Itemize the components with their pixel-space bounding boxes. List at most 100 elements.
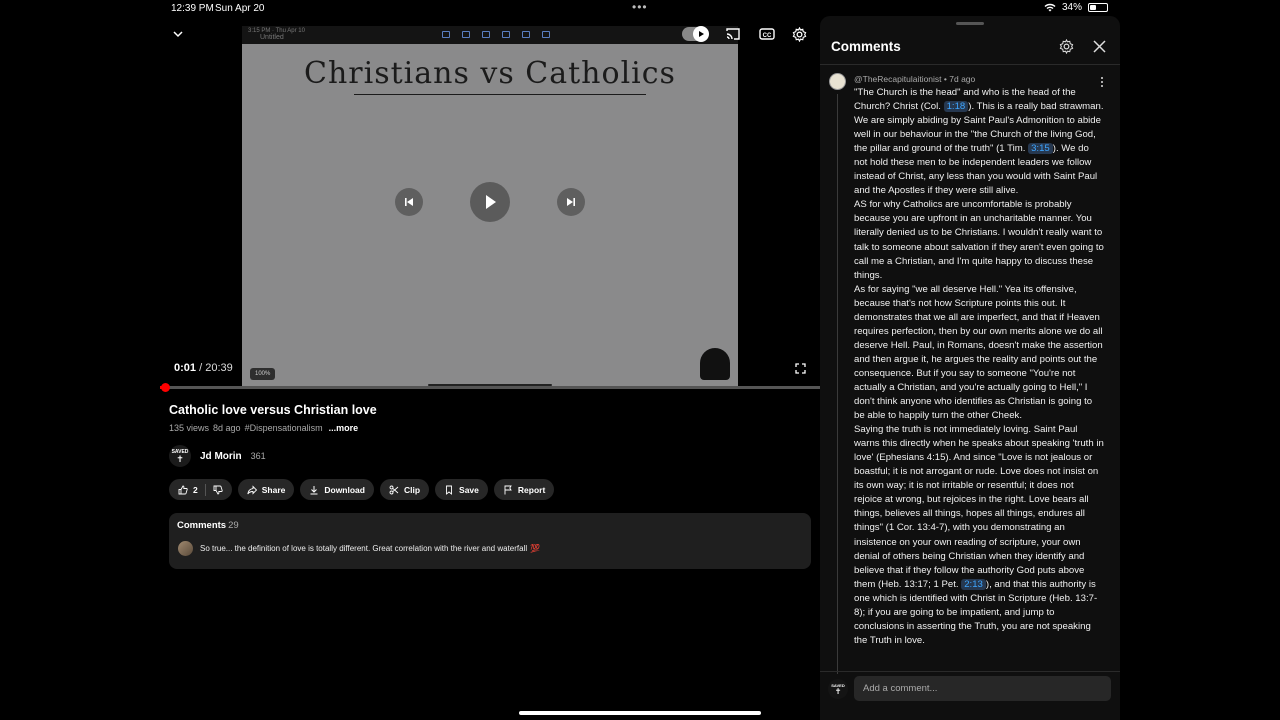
like-dislike-group: 2: [169, 479, 232, 500]
flag-icon: [504, 485, 512, 494]
thumbs-down-icon[interactable]: [213, 485, 223, 495]
comments-panel: Comments @TheRecapitulaitionist • 7d ago…: [820, 16, 1120, 720]
comments-settings-gear-icon[interactable]: [1059, 39, 1074, 54]
action-bar: 2 Share Download Clip Save Report: [169, 479, 555, 500]
play-button[interactable]: [470, 182, 510, 222]
close-icon[interactable]: [1093, 40, 1106, 53]
panel-drag-handle[interactable]: [956, 22, 984, 25]
comments-preview-label: Comments: [177, 520, 227, 531]
wifi-icon: [1044, 3, 1056, 12]
video-meta[interactable]: 135 views 8d ago #Dispensationalism ...m…: [169, 423, 358, 433]
bookmark-icon: [446, 485, 452, 495]
comment-paragraph: AS for why Catholics are uncomfortable i…: [854, 199, 1104, 281]
time-current: 0:01: [174, 362, 197, 374]
progress-scrubber[interactable]: [160, 383, 170, 392]
thread-line: [837, 94, 838, 674]
status-time: 12:39 PM: [171, 3, 214, 14]
play-icon: [693, 26, 709, 42]
scissors-icon: [389, 485, 399, 494]
subscriber-count: 361: [250, 451, 266, 461]
autoplay-toggle[interactable]: [682, 26, 709, 42]
frame-shape: [700, 348, 730, 380]
video-frame-topbar: 3:15 PM · Thu Apr 10 Untitled: [242, 26, 738, 44]
progress-bar[interactable]: [160, 383, 820, 392]
cross-icon: ✝: [176, 454, 184, 464]
video-player[interactable]: 3:15 PM · Thu Apr 10 Untitled Christians…: [160, 18, 820, 392]
battery-icon: [1088, 3, 1108, 12]
comment-header: @TheRecapitulaitionist • 7d ago: [854, 74, 976, 84]
svg-text:CC: CC: [763, 33, 772, 39]
timestamp-link[interactable]: 2:13: [961, 578, 986, 590]
frame-doc-name: Untitled: [260, 34, 284, 41]
battery-level: [1090, 5, 1097, 10]
time-separator: /: [196, 362, 206, 374]
time-total: 20:39: [205, 362, 233, 374]
multitasking-dots-icon[interactable]: •••: [632, 0, 648, 14]
frame-zoom-badge: 100%: [250, 368, 276, 380]
status-date: Sun Apr 20: [215, 3, 265, 14]
frame-tools: [442, 31, 550, 38]
status-indicators: 34%: [1044, 2, 1108, 13]
channel-row[interactable]: SAVED ✝ Jd Morin 361: [169, 445, 266, 467]
video-title: Catholic love versus Christian love: [169, 403, 377, 417]
comment-preview-body: So true... the definition of love is tot…: [200, 544, 528, 553]
settings-gear-icon[interactable]: [792, 27, 807, 42]
report-label: Report: [517, 484, 546, 495]
channel-name[interactable]: Jd Morin: [200, 451, 242, 462]
timestamp-link[interactable]: 1:18: [943, 101, 969, 113]
comment-author[interactable]: @TheRecapitulaitionist: [854, 74, 942, 84]
fullscreen-icon[interactable]: [795, 363, 806, 374]
share-label: Share: [261, 484, 286, 495]
save-label: Save: [459, 484, 479, 495]
report-button[interactable]: Report: [493, 479, 555, 500]
captions-icon[interactable]: CC: [759, 27, 775, 41]
skip-previous-icon: [405, 198, 413, 206]
download-button[interactable]: Download: [300, 479, 374, 500]
hashtag-link[interactable]: #Dispensationalism: [245, 423, 323, 433]
thumbs-up-icon[interactable]: [178, 485, 188, 495]
time-display: 0:01 / 20:39: [174, 362, 233, 374]
like-count[interactable]: 2: [193, 485, 198, 495]
comment-author-avatar[interactable]: [829, 73, 846, 90]
cross-icon: ✝: [834, 687, 842, 696]
comments-preview-card[interactable]: Comments 29 So true... the definition of …: [169, 513, 811, 569]
clip-button[interactable]: Clip: [379, 479, 430, 500]
frame-heading-underline: [354, 94, 646, 95]
more-link[interactable]: ...more: [329, 423, 359, 433]
clip-label: Clip: [403, 484, 421, 495]
like-divider: [204, 483, 206, 496]
cast-icon[interactable]: [725, 27, 741, 41]
channel-avatar[interactable]: SAVED ✝: [169, 445, 191, 467]
download-label: Download: [324, 484, 365, 495]
comment-text: Saying the truth is not immediately lovi…: [854, 424, 1104, 590]
chevron-down-icon[interactable]: [172, 28, 184, 40]
next-button[interactable]: [557, 188, 585, 216]
comment-paragraph: "The Church is the head" and who is the …: [854, 86, 1104, 198]
comments-preview-title: Comments 29: [177, 520, 239, 531]
upload-age: 8d ago: [213, 423, 241, 433]
skip-next-icon: [567, 198, 575, 206]
panel-footer-divider: [820, 671, 1120, 672]
commenter-avatar: [178, 541, 193, 556]
comment-preview-text: So true... the definition of love is tot…: [200, 544, 540, 553]
play-icon: [486, 195, 496, 209]
home-indicator[interactable]: [519, 711, 761, 715]
comment-body: "The Church is the head" and who is the …: [854, 86, 1104, 670]
user-avatar: SAVED ✝: [828, 679, 848, 699]
frame-heading: Christians vs Catholics: [304, 56, 676, 91]
comment-age: 7d ago: [949, 74, 976, 84]
comments-count: 29: [228, 520, 239, 531]
share-icon: [247, 484, 257, 495]
comment-paragraph: As for saying "we all deserve Hell." Yea…: [854, 283, 1103, 422]
share-button[interactable]: Share: [237, 479, 295, 500]
battery-percent: 34%: [1061, 2, 1082, 13]
comment-paragraph: Saying the truth is not immediately lovi…: [854, 423, 1104, 648]
timestamp-link[interactable]: 3:15: [1028, 143, 1053, 155]
add-comment-input[interactable]: [854, 676, 1111, 701]
comments-panel-title: Comments: [831, 39, 901, 54]
view-count: 135 views: [169, 423, 210, 433]
download-icon: [310, 485, 318, 494]
panel-header-divider: [820, 64, 1120, 65]
previous-button[interactable]: [395, 188, 423, 216]
save-button[interactable]: Save: [435, 479, 488, 500]
